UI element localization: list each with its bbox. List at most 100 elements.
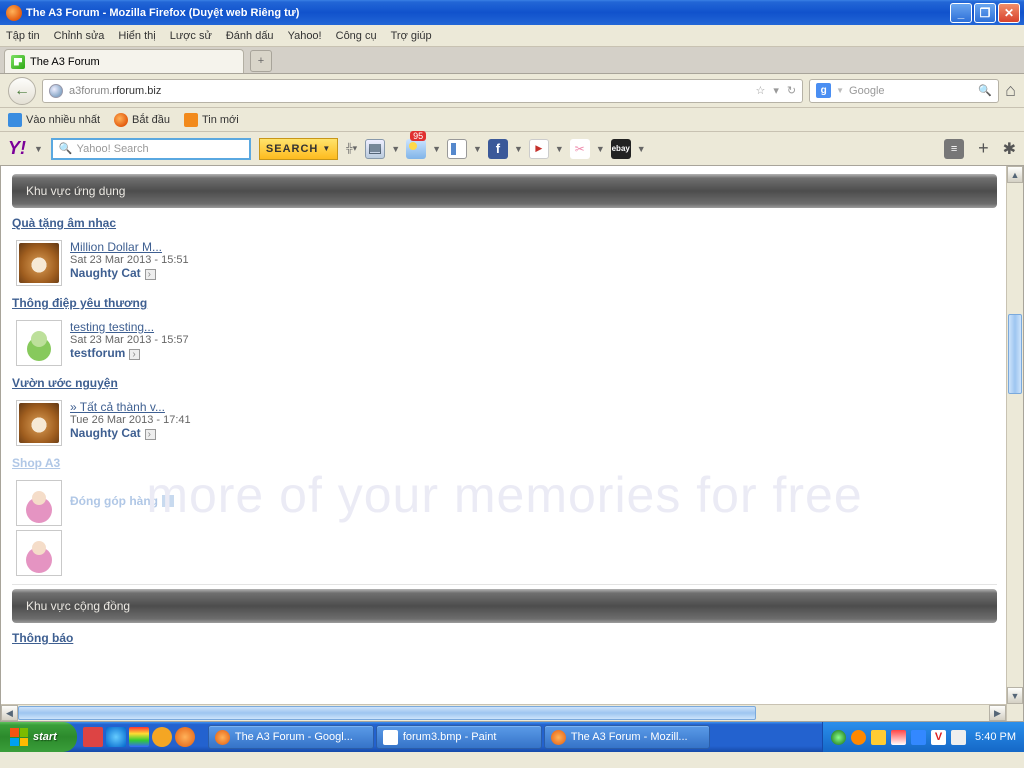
- toolbar-add-icon[interactable]: +: [978, 138, 989, 159]
- forum-link[interactable]: Quà tặng âm nhạc: [12, 216, 997, 230]
- search-placeholder: Google: [849, 85, 884, 97]
- window-title: The A3 Forum - Mozilla Firefox (Duyệt we…: [26, 7, 950, 19]
- section-header: Khu vực ứng dụng: [12, 174, 997, 208]
- post-author-link[interactable]: Naughty Cat: [70, 426, 141, 440]
- start-button[interactable]: start: [0, 722, 77, 752]
- tab-label: The A3 Forum: [30, 56, 100, 68]
- tray-volume-icon[interactable]: [891, 730, 906, 745]
- post-author-link[interactable]: testforum: [70, 346, 125, 360]
- menu-help[interactable]: Trợ giúp: [391, 30, 432, 42]
- bookmark-most-visited[interactable]: Vào nhiều nhất: [8, 113, 100, 127]
- yahoo-search-input[interactable]: 🔍 Yahoo! Search: [51, 138, 251, 160]
- avatar[interactable]: [16, 530, 62, 576]
- bookmark-getting-started[interactable]: Bắt đầu: [114, 113, 170, 127]
- youtube-icon[interactable]: [529, 139, 549, 159]
- horizontal-scrollbar[interactable]: ◀ ▶: [1, 704, 1006, 721]
- yahoo-logo[interactable]: Y!: [8, 138, 26, 159]
- mail-icon[interactable]: [365, 139, 385, 159]
- yahoo-toolbar: Y! ▼ 🔍 Yahoo! Search SEARCH▼ ╬▾ ▼ 95▼ ▼ …: [0, 132, 1024, 166]
- quick-launch-icon[interactable]: [152, 727, 172, 747]
- avatar[interactable]: [16, 240, 62, 286]
- menu-history[interactable]: Lược sử: [170, 30, 212, 42]
- bookmark-star-icon[interactable]: ☆: [756, 84, 766, 97]
- facebook-icon[interactable]: f: [488, 139, 508, 159]
- post-title-link[interactable]: testing testing...: [70, 320, 189, 334]
- menu-file[interactable]: Tập tin: [6, 30, 40, 42]
- new-tab-button[interactable]: +: [250, 50, 272, 72]
- home-button[interactable]: ⌂: [1005, 80, 1016, 101]
- tray-icon[interactable]: [851, 730, 866, 745]
- taskbar-button[interactable]: The A3 Forum - Mozill...: [544, 725, 710, 749]
- post-row: Đóng góp hàng: [12, 476, 997, 580]
- scrollbar-thumb[interactable]: [1008, 314, 1022, 394]
- forum-link[interactable]: Thông điệp yêu thương: [12, 296, 997, 310]
- post-date: Sat 23 Mar 2013 - 15:51: [70, 254, 189, 266]
- scroll-left-button[interactable]: ◀: [1, 705, 18, 721]
- indicator-icon: [162, 495, 174, 507]
- menu-tools[interactable]: Công cụ: [336, 30, 377, 42]
- ebay-icon[interactable]: ebay: [611, 139, 631, 159]
- taskbar-button[interactable]: forum3.bmp - Paint: [376, 725, 542, 749]
- tray-icon[interactable]: [951, 730, 966, 745]
- bookmark-icon[interactable]: [447, 139, 467, 159]
- yahoo-search-button[interactable]: SEARCH▼: [259, 138, 338, 160]
- quick-launch-icon[interactable]: [106, 727, 126, 747]
- search-bar[interactable]: g ▼ Google 🔍: [809, 79, 999, 103]
- reload-icon[interactable]: ↻: [787, 84, 796, 97]
- quick-launch-icon[interactable]: [83, 727, 103, 747]
- yahoo-dropdown[interactable]: ▼: [34, 144, 43, 154]
- avatar[interactable]: [16, 320, 62, 366]
- browser-tab-active[interactable]: The A3 Forum: [4, 49, 244, 73]
- url-bar[interactable]: a3forum.rforum.biz ☆ ▾ ↻: [42, 79, 803, 103]
- back-button[interactable]: ←: [8, 77, 36, 105]
- bookmark-latest-news[interactable]: Tin mới: [184, 113, 239, 127]
- scroll-up-button[interactable]: ▲: [1007, 166, 1023, 183]
- toolbar-settings-icon[interactable]: ✱: [1003, 139, 1016, 159]
- window-close-button[interactable]: ✕: [998, 3, 1020, 23]
- separator: [12, 584, 997, 585]
- vertical-scrollbar[interactable]: ▲ ▼: [1006, 166, 1023, 721]
- tray-network-icon[interactable]: [911, 730, 926, 745]
- avatar[interactable]: [16, 400, 62, 446]
- post-title-link[interactable]: » Tất cả thành v...: [70, 400, 191, 414]
- goto-last-post-icon[interactable]: [145, 429, 156, 440]
- scissors-icon[interactable]: [570, 139, 590, 159]
- window-maximize-button[interactable]: ❐: [974, 3, 996, 23]
- toolbar-menu-icon[interactable]: ≡: [944, 139, 964, 159]
- tray-icon[interactable]: [831, 730, 846, 745]
- weather-icon[interactable]: 95: [406, 139, 426, 159]
- menu-bookmarks[interactable]: Đánh dấu: [226, 30, 274, 42]
- post-title-link[interactable]: Million Dollar M...: [70, 240, 189, 254]
- url-dropdown-icon[interactable]: ▾: [773, 84, 779, 97]
- taskbar-clock[interactable]: 5:40 PM: [975, 731, 1016, 743]
- menu-yahoo[interactable]: Yahoo!: [288, 30, 322, 42]
- tray-icon[interactable]: V: [931, 730, 946, 745]
- taskbar-button[interactable]: The A3 Forum - Googl...: [208, 725, 374, 749]
- search-icon: 🔍: [59, 142, 73, 155]
- separator-dropdown[interactable]: ╬▾: [346, 143, 357, 154]
- windows-logo-icon: [10, 728, 28, 746]
- forum-link[interactable]: Shop A3: [12, 456, 997, 470]
- goto-last-post-icon[interactable]: [145, 269, 156, 280]
- scrollbar-thumb[interactable]: [18, 706, 756, 720]
- post-date: Sat 23 Mar 2013 - 15:57: [70, 334, 189, 346]
- avatar[interactable]: [16, 480, 62, 526]
- menu-edit[interactable]: Chỉnh sửa: [54, 30, 105, 42]
- quick-launch-firefox-icon[interactable]: [175, 727, 195, 747]
- forum-link[interactable]: Thông báo: [12, 631, 997, 645]
- tray-icon[interactable]: [871, 730, 886, 745]
- scroll-right-button[interactable]: ▶: [989, 705, 1006, 721]
- menu-view[interactable]: Hiển thị: [118, 30, 155, 42]
- window-minimize-button[interactable]: _: [950, 3, 972, 23]
- goto-last-post-icon[interactable]: [129, 349, 140, 360]
- post-title-link[interactable]: Đóng góp hàng: [70, 494, 158, 508]
- quick-launch-chrome-icon[interactable]: [129, 727, 149, 747]
- scroll-down-button[interactable]: ▼: [1007, 687, 1023, 704]
- forum-link[interactable]: Vườn ước nguyện: [12, 376, 997, 390]
- search-engine-dropdown[interactable]: ▼: [836, 86, 844, 95]
- post-author-link[interactable]: Naughty Cat: [70, 266, 141, 280]
- firefox-icon: [114, 113, 128, 127]
- rss-icon: [184, 113, 198, 127]
- search-icon[interactable]: 🔍: [978, 84, 992, 97]
- url-text: a3forum.rforum.biz: [69, 85, 161, 97]
